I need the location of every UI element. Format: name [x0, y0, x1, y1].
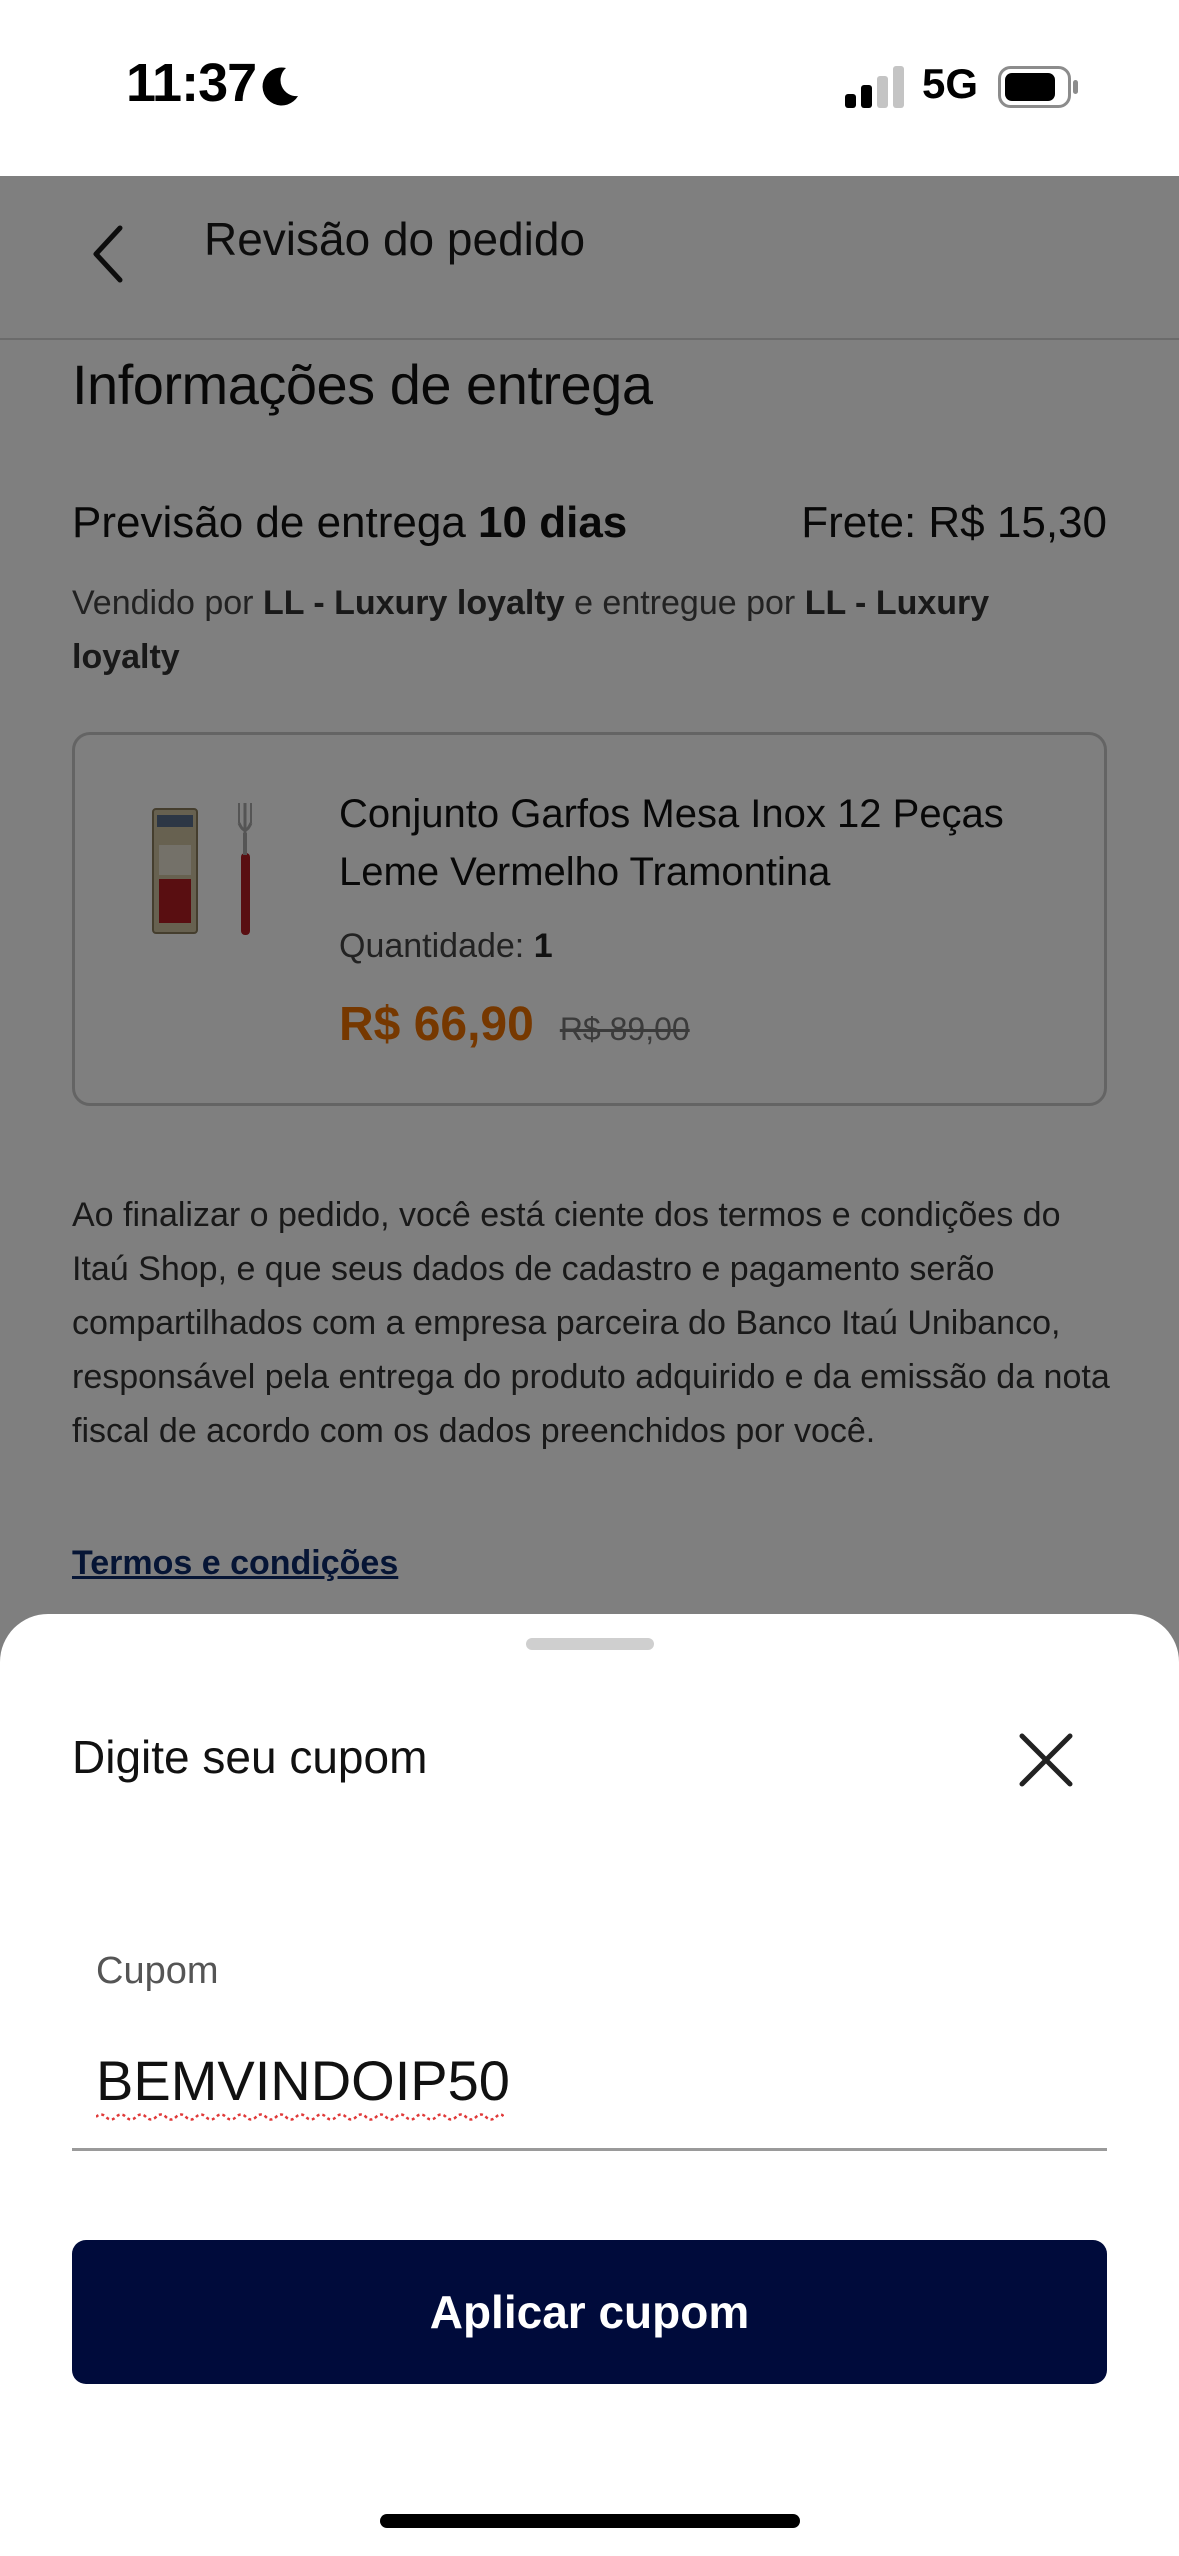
coupon-field-label: Cupom	[96, 1950, 219, 1992]
sheet-grabber[interactable]	[526, 1638, 654, 1650]
coupon-input-underline	[72, 2148, 1107, 2151]
status-bar: 11:37 5G	[0, 0, 1179, 176]
network-type: 5G	[922, 60, 979, 107]
home-indicator	[380, 2514, 800, 2528]
close-icon[interactable]	[1012, 1726, 1080, 1794]
apply-coupon-button[interactable]: Aplicar cupom	[72, 2240, 1107, 2384]
moon-icon	[262, 67, 298, 106]
coupon-input[interactable]	[96, 2042, 1086, 2118]
battery-icon	[998, 66, 1078, 108]
cellular-signal-icon	[845, 66, 904, 108]
coupon-bottom-sheet: Digite seu cupom Cupom Aplicar cupom	[0, 1614, 1179, 2556]
status-time: 11:37	[126, 53, 257, 113]
spellcheck-underline	[96, 2113, 504, 2121]
coupon-sheet-title: Digite seu cupom	[72, 1731, 428, 1783]
